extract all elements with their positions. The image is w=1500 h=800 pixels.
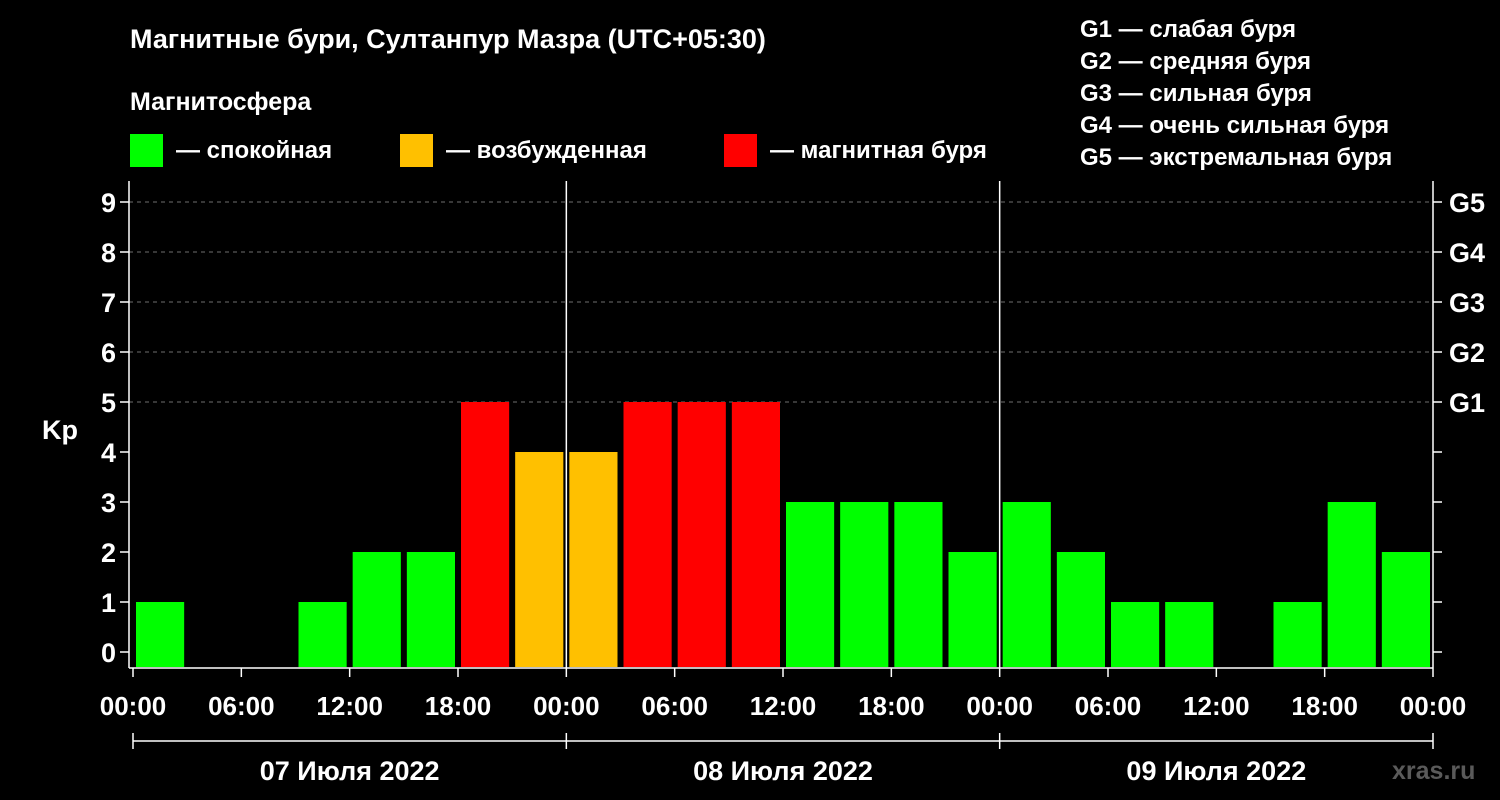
y-tick-label: 9: [101, 188, 116, 218]
kp-bar: [352, 552, 401, 667]
y-tick-label: 0: [101, 638, 116, 668]
kp-bar: [1416, 602, 1427, 667]
x-tick-label: 06:00: [208, 691, 275, 721]
kp-bar: [948, 552, 997, 667]
y-axis-label: Kp: [42, 415, 78, 445]
kp-bar: [1111, 602, 1160, 667]
g-level-label: G3: [1449, 288, 1485, 318]
storm-scale-g1: G1 — слабая буря: [1080, 16, 1296, 43]
kp-bar: [136, 602, 185, 667]
kp-bar: [1273, 602, 1322, 667]
legend-quiet-label: — спокойная: [176, 137, 332, 164]
x-tick-label: 18:00: [425, 691, 492, 721]
y-tick-label: 7: [101, 288, 116, 318]
y-tick-label: 4: [101, 438, 116, 468]
date-label: 08 Июля 2022: [693, 756, 873, 786]
x-tick-label: 06:00: [1075, 691, 1142, 721]
legend-active-label: — возбужденная: [446, 137, 647, 164]
g-level-label: G1: [1449, 388, 1485, 418]
x-tick-label: 12:00: [1183, 691, 1250, 721]
magnetosphere-label: Магнитосфера: [130, 88, 312, 116]
date-label: 07 Июля 2022: [260, 756, 440, 786]
storm-scale-g2: G2 — средняя буря: [1080, 48, 1311, 75]
x-tick-label: 00:00: [533, 691, 600, 721]
kp-bar: [731, 402, 780, 667]
legend-active-swatch: [400, 134, 433, 167]
y-tick-label: 5: [101, 388, 116, 418]
legend-storm-swatch: [724, 134, 757, 167]
kp-bar: [1327, 502, 1376, 667]
legend: — спокойная — возбужденная — магнитная б…: [130, 134, 987, 167]
brand-watermark: xras.ru: [1392, 757, 1475, 785]
kp-bar: [1002, 502, 1051, 667]
y-tick-label: 6: [101, 338, 116, 368]
y-tick-label: 1: [101, 588, 116, 618]
kp-bar: [569, 452, 618, 667]
g-level-label: G2: [1449, 338, 1485, 368]
date-axis: 07 Июля 2022 08 Июля 2022 09 Июля 2022: [132, 733, 1434, 786]
x-tick-label: 18:00: [858, 691, 925, 721]
kp-bar: [515, 452, 564, 667]
legend-quiet-swatch: [130, 134, 163, 167]
x-tick-label: 00:00: [966, 691, 1033, 721]
g-level-label: G4: [1449, 238, 1485, 268]
x-tick-label: 00:00: [100, 691, 167, 721]
kp-bar: [1056, 552, 1105, 667]
kp-bar: [894, 502, 943, 667]
chart-title: Магнитные бури, Султанпур Мазра (UTC+05:…: [130, 24, 766, 54]
legend-storm-label: — магнитная буря: [770, 137, 987, 164]
kp-bar: [461, 402, 510, 667]
kp-bar: [406, 552, 455, 667]
x-tick-label: 12:00: [750, 691, 817, 721]
y-tick-label: 8: [101, 238, 116, 268]
kp-bar: [840, 502, 889, 667]
x-tick-label: 18:00: [1291, 691, 1358, 721]
x-tick-label: 00:00: [1400, 691, 1467, 721]
x-tick-label: 06:00: [641, 691, 708, 721]
kp-bar: [786, 502, 835, 667]
kp-bar: [298, 602, 347, 667]
x-tick-label: 12:00: [316, 691, 383, 721]
g-level-label: G5: [1449, 188, 1485, 218]
kp-bar: [677, 402, 726, 667]
y-tick-label: 3: [101, 488, 116, 518]
kp-bar: [1165, 602, 1214, 667]
kp-bar: [623, 402, 672, 667]
date-label: 09 Июля 2022: [1126, 756, 1306, 786]
y-tick-label: 2: [101, 538, 116, 568]
storm-scale-g5: G5 — экстремальная буря: [1080, 144, 1392, 171]
storm-scale-g3: G3 — сильная буря: [1080, 80, 1312, 107]
kp-chart: Магнитные бури, Султанпур Мазра (UTC+05:…: [0, 0, 1500, 800]
storm-scale-g4: G4 — очень сильная буря: [1080, 112, 1389, 139]
